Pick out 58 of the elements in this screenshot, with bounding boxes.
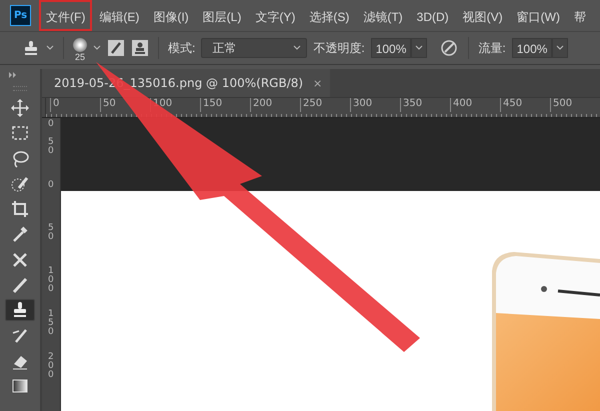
move-icon — [11, 99, 29, 117]
quick-select-icon — [11, 174, 29, 193]
lasso-icon — [11, 150, 29, 168]
ruler-label: 150 — [48, 308, 54, 339]
caret-icon[interactable] — [93, 45, 101, 51]
menu-item[interactable]: 文字(Y) — [248, 0, 302, 31]
opacity-label: 不透明度: — [313, 40, 365, 56]
expand-icon[interactable] — [9, 72, 17, 78]
gradient-icon — [11, 377, 29, 396]
crop-icon — [11, 200, 29, 218]
ruler-label: 350 — [400, 98, 450, 112]
flow-field[interactable]: 100% — [512, 38, 552, 58]
brush-panel-icon[interactable] — [107, 39, 125, 57]
caret-icon — [415, 45, 424, 51]
caret-icon[interactable] — [46, 45, 54, 51]
brush-preview-icon[interactable] — [73, 38, 87, 52]
ruler-label: 0 — [50, 98, 100, 112]
tool-button[interactable] — [5, 299, 35, 322]
brush-size: 25 — [74, 52, 85, 62]
caret-icon — [293, 45, 302, 51]
ruler-label: 200 — [250, 98, 300, 112]
stamp-icon[interactable] — [22, 39, 40, 57]
menu-item[interactable]: 滤镜(T) — [356, 0, 410, 31]
history-brush-icon — [11, 326, 29, 345]
ruler-label: 450 — [500, 98, 550, 112]
caret-icon — [556, 45, 564, 51]
opacity-dropdown-button[interactable] — [411, 38, 428, 58]
stamp-icon — [11, 301, 29, 320]
menu-item[interactable]: 图像(I) — [146, 0, 196, 31]
menu-item[interactable]: 编辑(E) — [92, 0, 146, 31]
mode-label: 模式: — [168, 40, 196, 56]
close-button[interactable]: × — [313, 76, 322, 90]
ruler-label: 250 — [300, 98, 350, 112]
menu-item[interactable]: 窗口(W) — [510, 0, 567, 31]
flow-label: 流量: — [478, 40, 506, 56]
menu-item[interactable]: 3D(D) — [410, 0, 456, 31]
ruler-label: 100 — [48, 265, 54, 296]
ruler-label: 50 — [48, 222, 54, 244]
ruler-label: 400 — [450, 98, 500, 112]
ruler-label: 0 — [48, 118, 54, 131]
ruler-label: 150 — [200, 98, 250, 112]
ruler-label: 200 — [48, 351, 54, 382]
marquee-icon — [11, 124, 29, 142]
mode-dropdown[interactable]: 正常 — [201, 38, 308, 58]
ruler-label: 300 — [350, 98, 400, 112]
clone-source-icon[interactable] — [131, 39, 149, 57]
flow-dropdown-button[interactable] — [552, 38, 568, 58]
app-logo-icon[interactable]: Ps — [10, 5, 31, 26]
brush-icon — [11, 276, 29, 294]
menu-item[interactable]: 选择(S) — [302, 0, 356, 31]
menu-item[interactable]: 图层(L) — [196, 0, 248, 31]
menu-item[interactable]: 视图(V) — [456, 0, 510, 31]
ruler-label: 500 — [550, 98, 600, 112]
menu-item[interactable]: 帮 — [566, 0, 593, 31]
opacity-field[interactable]: 100% — [370, 38, 412, 58]
ruler-label: 50 — [48, 136, 54, 158]
ruler-label: 0 — [48, 179, 54, 192]
menu-item[interactable]: 文件(F) — [39, 0, 92, 31]
